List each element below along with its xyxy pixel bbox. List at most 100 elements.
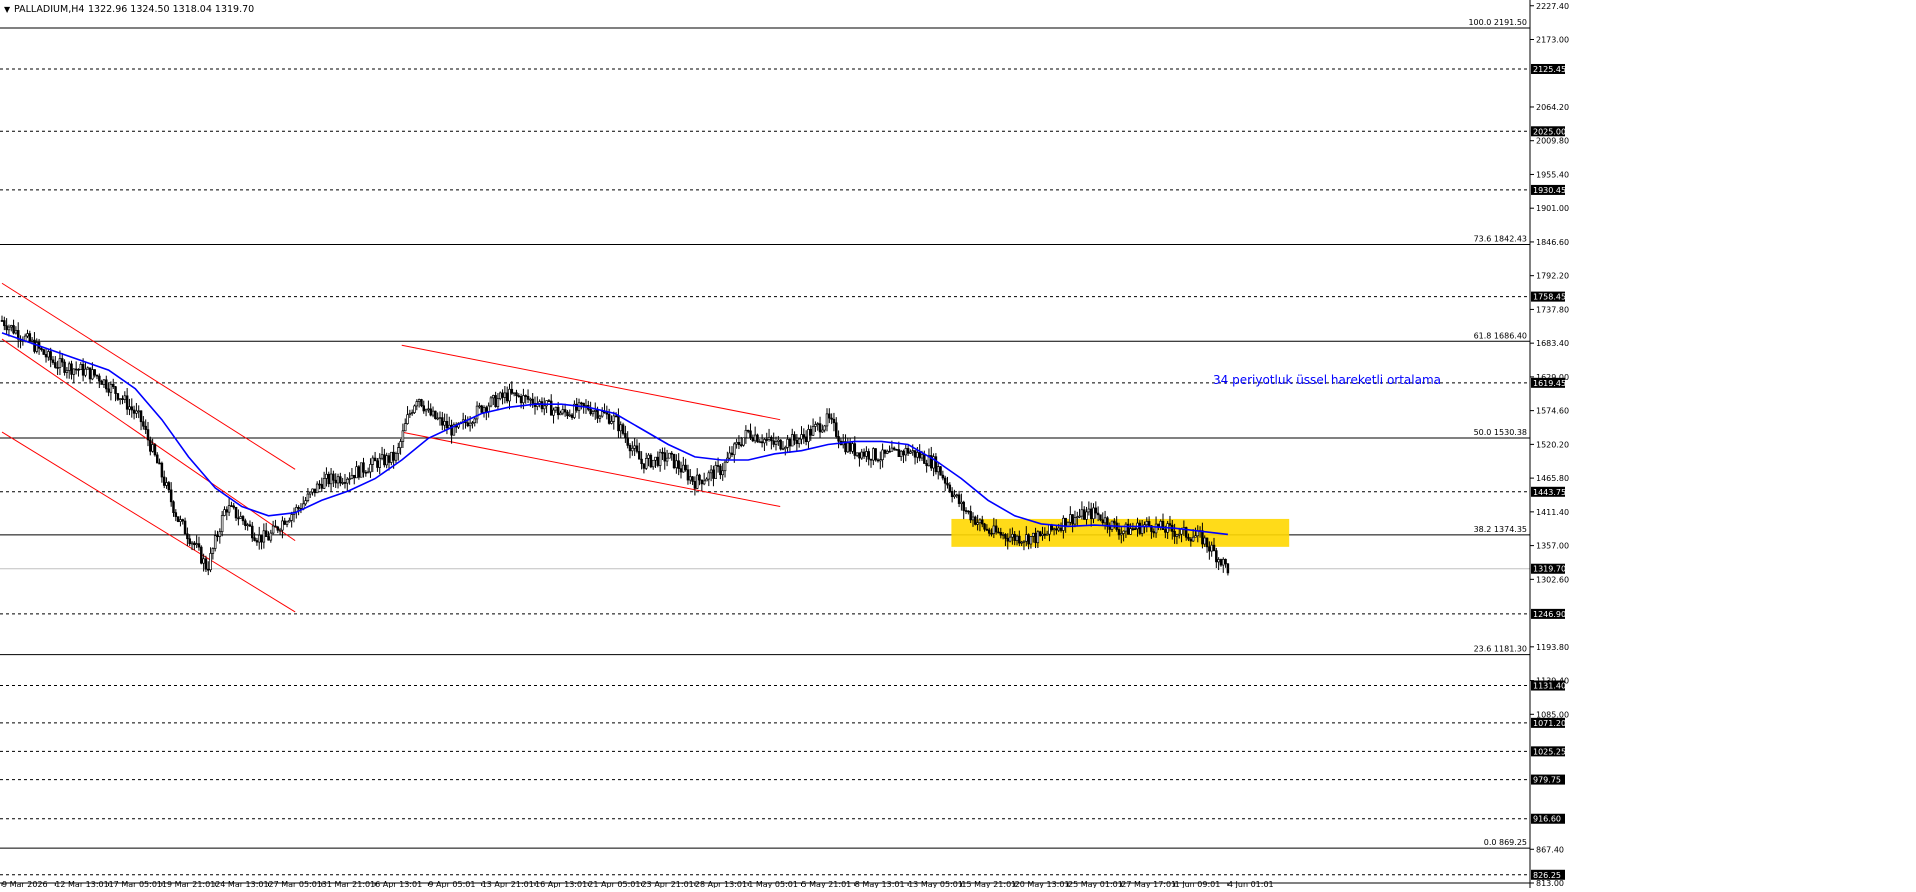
candle-body — [865, 451, 868, 457]
candle-body — [158, 462, 161, 465]
candle-body — [855, 452, 859, 456]
candle-body — [552, 409, 555, 416]
candle-body — [1085, 511, 1088, 520]
candle-body — [167, 482, 171, 491]
candle-body — [241, 516, 245, 522]
candle-body — [466, 422, 470, 427]
candle-body — [923, 454, 926, 464]
chart-window[interactable]: 2227.40 2173.00 2064.20 2009.80 1955.40 1901.… — [0, 0, 1916, 889]
candle-body — [702, 480, 706, 485]
candle-body — [139, 410, 143, 423]
candle-body — [225, 509, 229, 513]
candle-body — [234, 506, 238, 519]
candle-body — [1006, 537, 1009, 542]
candle-body — [1055, 528, 1058, 531]
candle-body — [999, 532, 1003, 536]
candle-body — [874, 448, 877, 461]
candle-body — [1224, 558, 1227, 565]
consolidation-zone[interactable] — [951, 518, 1290, 547]
candle-body — [380, 454, 384, 459]
candle-body — [58, 358, 62, 368]
candle-body — [892, 447, 896, 450]
y-tick-label: 1683.40 — [1536, 339, 1569, 348]
y-tick-label: 1193.80 — [1536, 643, 1569, 652]
candle-body — [730, 452, 734, 456]
candle-body — [1210, 544, 1213, 552]
candle-body — [373, 457, 377, 462]
candle-body — [359, 462, 363, 478]
candle-body — [1020, 541, 1023, 544]
candle-body — [165, 482, 168, 486]
candle-body — [51, 359, 55, 363]
candle-body — [485, 407, 488, 413]
candle-body — [116, 393, 120, 400]
price-chart[interactable]: 2227.40 2173.00 2064.20 2009.80 1955.40 1901.… — [0, 0, 1916, 889]
x-tick-label: 27 May 17:01 — [1121, 880, 1176, 888]
candle-body — [200, 546, 203, 564]
candle-body — [816, 423, 819, 425]
candle-body — [26, 333, 29, 337]
candle-body — [902, 450, 905, 456]
candle-body — [1122, 530, 1125, 534]
candle-body — [610, 421, 613, 424]
menu-chevron-icon[interactable]: ▼ — [4, 5, 11, 14]
x-tick-label: 9 Mar 2026 — [2, 880, 48, 888]
y-tick-label: 1792.20 — [1536, 272, 1569, 281]
x-tick-label: 31 Mar 21:01 — [322, 880, 375, 888]
candle-body — [209, 553, 212, 571]
candle-body — [531, 398, 534, 404]
y-tick-label: 1465.80 — [1536, 474, 1569, 483]
candle-body — [524, 395, 527, 397]
candle-body — [362, 462, 365, 473]
candle-body — [647, 454, 650, 459]
candle-body — [709, 469, 713, 474]
candle-body — [788, 438, 792, 447]
candle-body — [227, 505, 231, 513]
candle-body — [600, 411, 604, 417]
price-tag-label: 1025.25 — [1533, 747, 1566, 756]
candle-body — [413, 405, 416, 413]
candle-body — [1099, 514, 1102, 521]
candle-body — [135, 410, 138, 414]
candle-body — [1011, 533, 1014, 538]
y-tick-label: 1357.00 — [1536, 542, 1569, 551]
candle-body — [505, 392, 509, 402]
candle-body — [181, 519, 185, 522]
candle-body — [665, 457, 669, 462]
candle-body — [315, 483, 319, 494]
candle-body — [974, 516, 977, 525]
candle-body — [290, 514, 293, 521]
candle-body — [93, 369, 96, 376]
candle-body — [49, 351, 52, 361]
candle-body — [853, 443, 857, 456]
candle-body — [114, 386, 117, 394]
candle-body — [651, 459, 655, 468]
candle-body — [561, 409, 565, 414]
candle-body — [811, 426, 815, 436]
candle-body — [594, 409, 597, 412]
candle-body — [1147, 521, 1151, 526]
candle-body — [10, 325, 13, 328]
candle-body — [635, 445, 639, 452]
candle-body — [624, 433, 627, 439]
candle-body — [383, 454, 386, 466]
fib-level-label: 100.0 2191.50 — [1468, 18, 1527, 27]
candle-body — [1124, 523, 1128, 532]
candle-body — [774, 441, 778, 445]
candle-body — [311, 488, 314, 493]
candle-body — [969, 511, 972, 521]
candle-body — [1029, 536, 1033, 545]
candle-body — [74, 368, 78, 371]
candle-body — [109, 383, 113, 393]
candle-body — [1031, 532, 1035, 537]
candle-body — [480, 405, 483, 413]
candle-body — [733, 443, 736, 456]
candle-body — [220, 515, 224, 533]
candle-body — [825, 413, 829, 427]
candle-body — [948, 484, 952, 492]
candle-body — [406, 414, 409, 424]
candle-body — [329, 473, 333, 485]
x-tick-label: 21 Apr 05:01 — [588, 880, 640, 888]
candle-body — [547, 400, 551, 402]
candle-body — [568, 414, 572, 417]
